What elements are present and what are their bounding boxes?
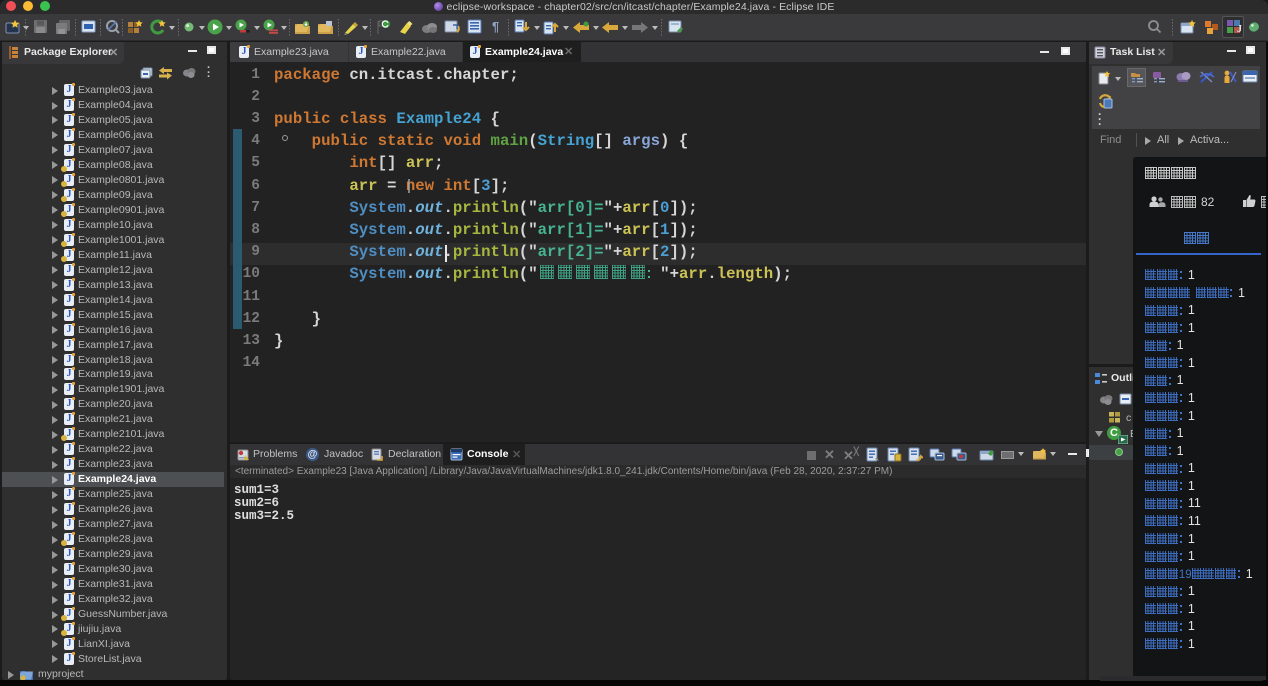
svg-text:J: J: [1237, 24, 1242, 35]
